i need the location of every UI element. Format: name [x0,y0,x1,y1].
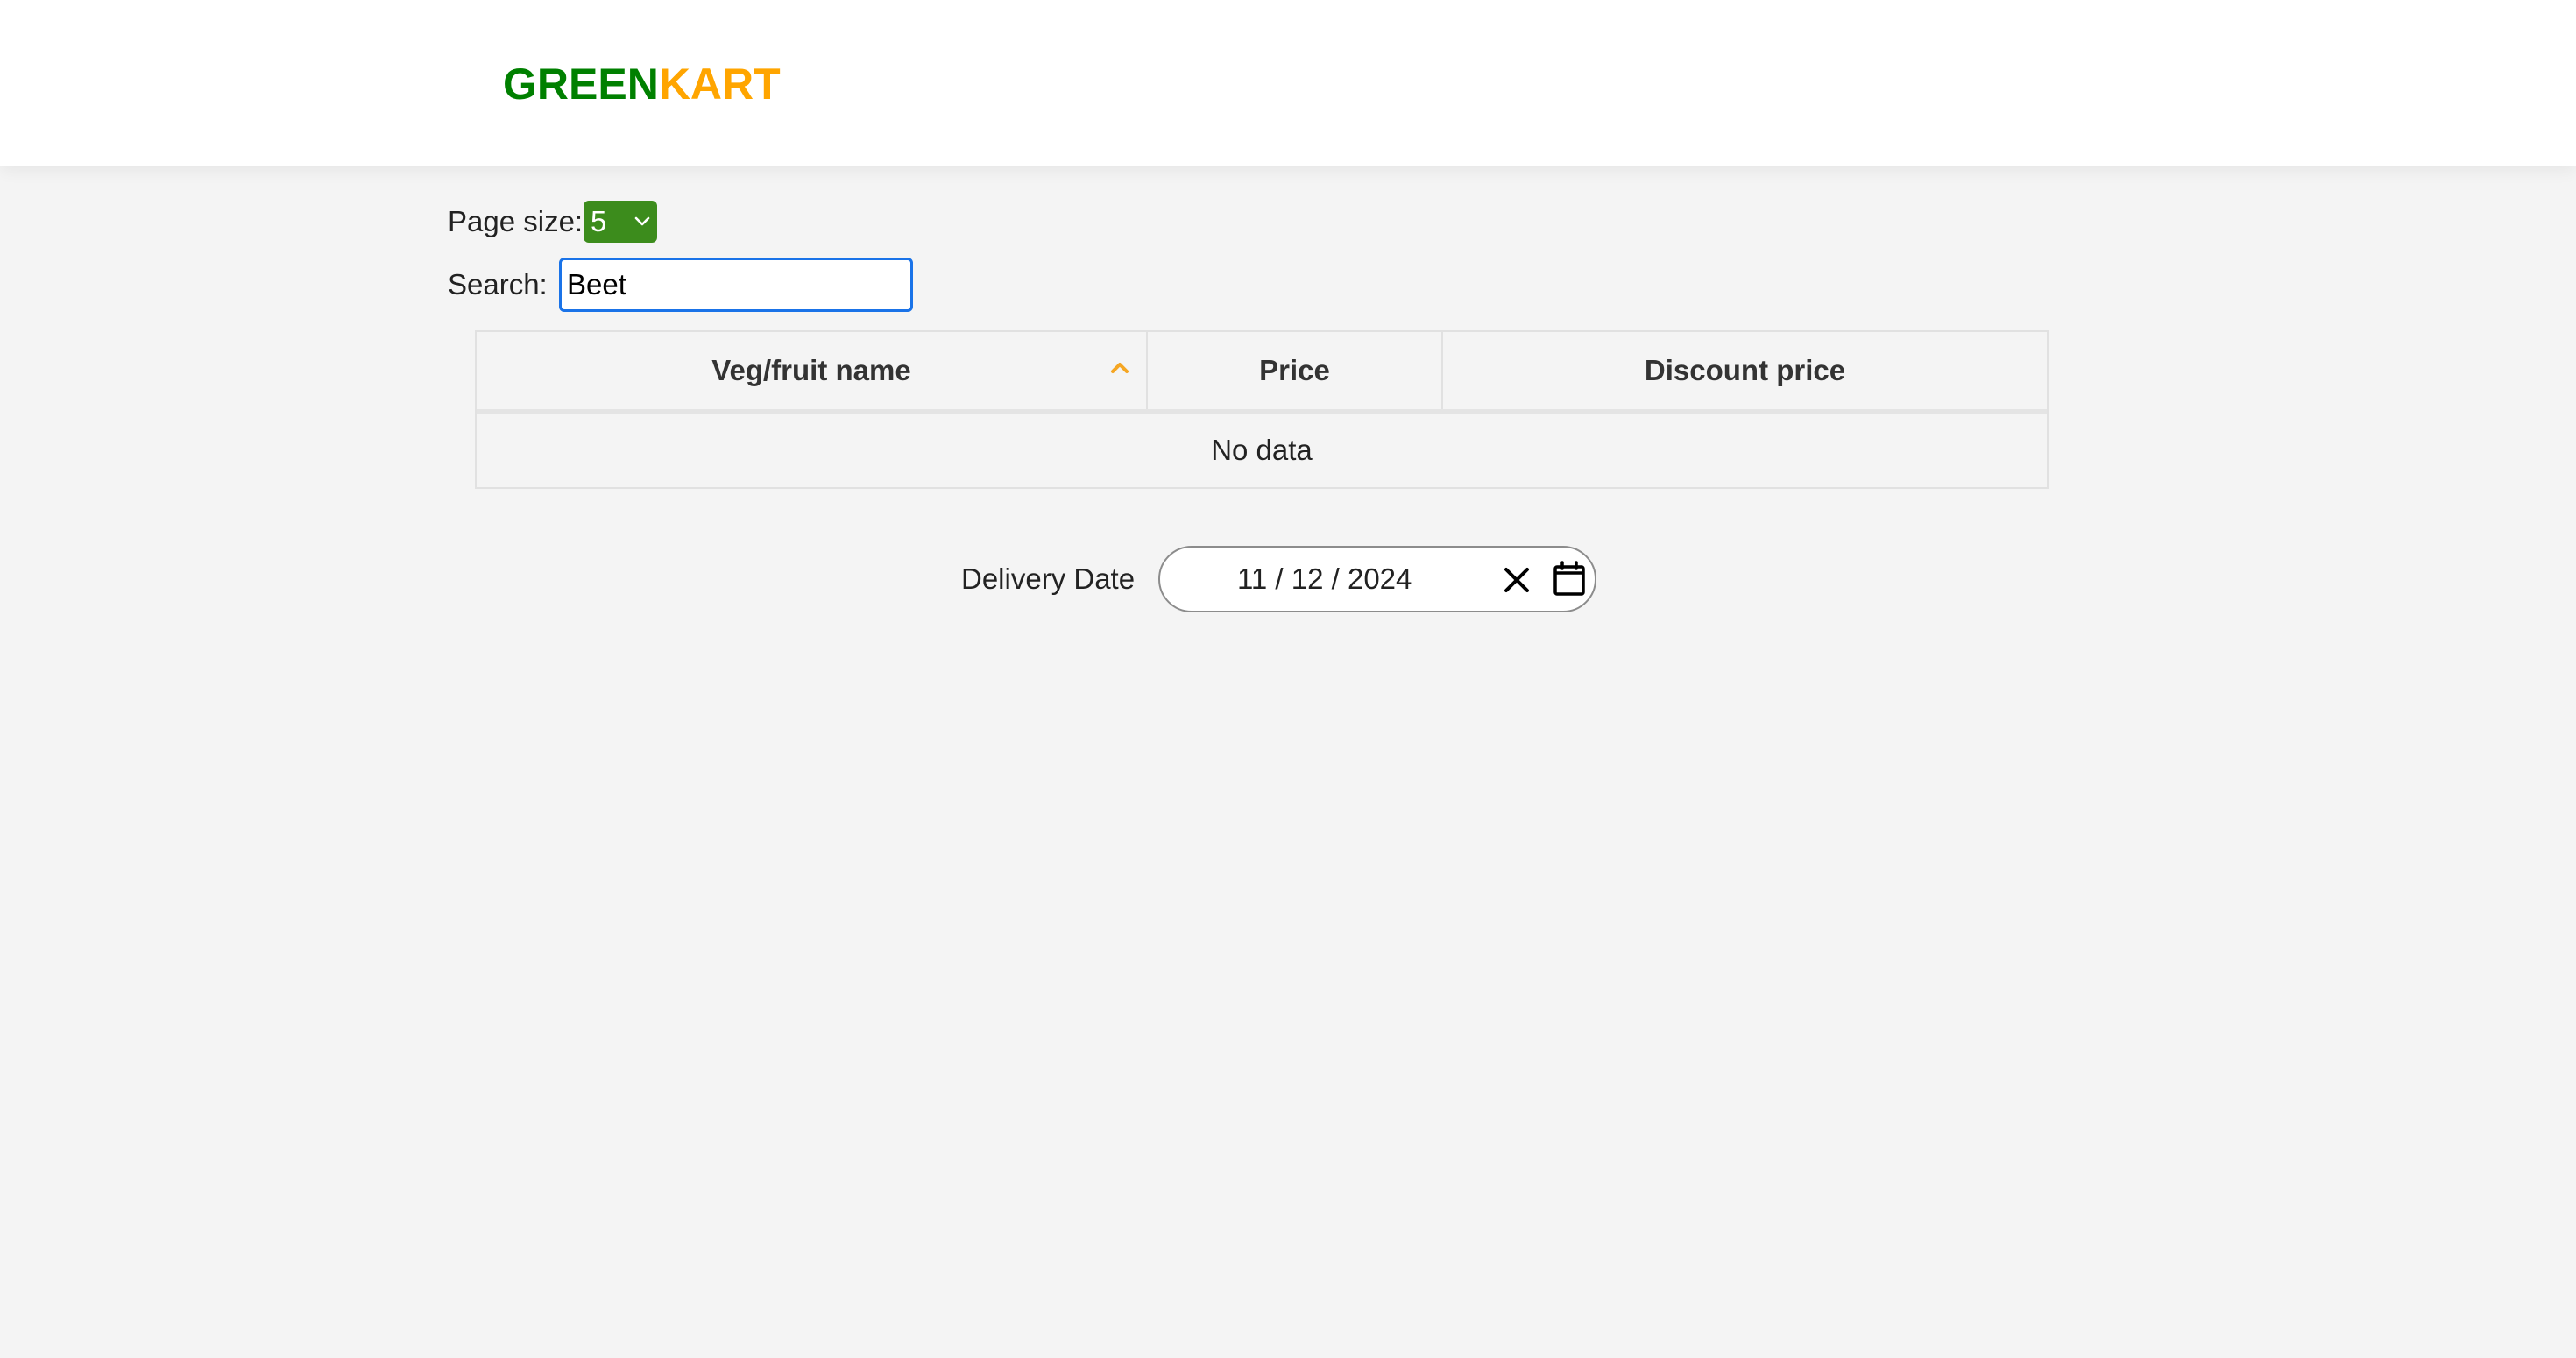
calendar-icon[interactable] [1552,561,1587,598]
sort-ascending-icon[interactable] [1108,357,1132,378]
column-header-name[interactable]: Veg/fruit name [477,332,1148,409]
logo-orange-part: KART [658,60,781,109]
page-size-label: Page size: [448,205,584,237]
greenkart-logo: GREENKART [503,58,781,110]
products-table: Veg/fruit name Price Discount price No d… [475,330,2049,489]
site-header: GREENKART [0,0,2576,166]
column-header-discount-price-label: Discount price [1644,354,1846,386]
column-header-discount-price[interactable]: Discount price [1443,332,2047,409]
chevron-down-icon [634,216,650,226]
app-viewport: GREENKART Page size: 5 Search: Veg/fruit… [0,0,2576,1358]
delivery-date-label: Delivery Date [961,562,1136,595]
search-input[interactable] [559,258,913,312]
search-label: Search: [448,268,548,301]
column-header-price[interactable]: Price [1148,332,1443,409]
column-header-price-label: Price [1259,354,1330,386]
column-header-name-label: Veg/fruit name [711,354,911,386]
delivery-date-input[interactable]: 11 / 12 / 2024 [1158,546,1596,612]
empty-table-message: No data [1211,434,1313,466]
page-size-value: 5 [591,205,607,237]
delivery-date-value[interactable]: 11 / 12 / 2024 [1237,562,1412,597]
close-icon[interactable] [1502,565,1532,595]
page-size-select[interactable]: 5 [584,201,657,243]
logo-green-part: GREEN [503,60,659,109]
